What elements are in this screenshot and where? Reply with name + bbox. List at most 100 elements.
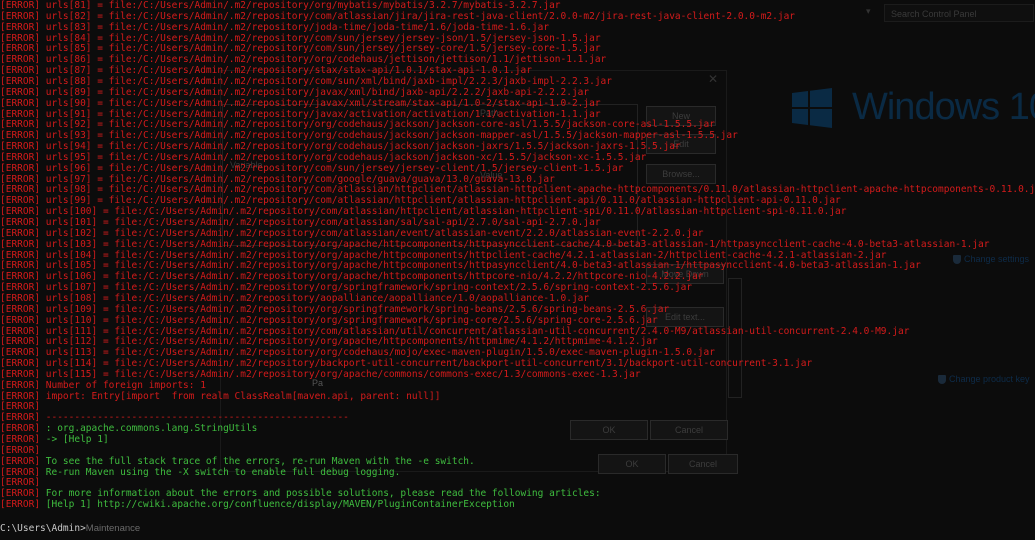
console-line: [ERROR] urls[84] = file:/C:/Users/Admin/…: [0, 33, 601, 44]
console-message: urls[113] = file:/C:/Users/Admin/.m2/rep…: [40, 347, 715, 359]
console-line: [ERROR] --------------------------------…: [0, 412, 349, 423]
error-tag: [ERROR]: [0, 368, 41, 380]
console-line: [ERROR] urls[98] = file:/C:/Users/Admin/…: [0, 184, 1035, 195]
console-message: urls[95] = file:/C:/Users/Admin/.m2/repo…: [40, 151, 647, 163]
console-message: urls[94] = file:/C:/Users/Admin/.m2/repo…: [40, 141, 681, 153]
console-message: urls[92] = file:/C:/Users/Admin/.m2/repo…: [40, 119, 715, 131]
console-message: urls[106] = file:/C:/Users/Admin/.m2/rep…: [40, 271, 704, 283]
error-tag: [ERROR]: [0, 217, 41, 228]
error-tag: [ERROR]: [0, 379, 41, 391]
console-line: [ERROR] urls[102] = file:/C:/Users/Admin…: [0, 228, 704, 239]
console-message: urls[114] = file:/C:/Users/Admin/.m2/rep…: [40, 358, 813, 370]
console-message: urls[115] = file:/C:/Users/Admin/.m2/rep…: [40, 368, 641, 380]
console-message: Number of foreign imports: 1: [40, 379, 206, 391]
command-prompt[interactable]: C:\Users\Admin>Maintenance: [0, 523, 140, 534]
console-line: [ERROR] urls[108] = file:/C:/Users/Admin…: [0, 293, 589, 304]
error-tag: [ERROR]: [0, 271, 41, 283]
console-message: ----------------------------------------…: [40, 412, 349, 424]
console-message: urls[82] = file:/C:/Users/Admin/.m2/repo…: [40, 10, 796, 22]
console-line: [ERROR] urls[89] = file:/C:/Users/Admin/…: [0, 87, 589, 98]
console-line: [ERROR] : org.apache.commons.lang.String…: [0, 423, 257, 434]
error-tag: [ERROR]: [0, 141, 41, 153]
console-line: [ERROR] urls[99] = file:/C:/Users/Admin/…: [0, 195, 841, 206]
console-line: [ERROR] urls[103] = file:/C:/Users/Admin…: [0, 239, 989, 250]
console-message: urls[107] = file:/C:/Users/Admin/.m2/rep…: [40, 282, 693, 294]
error-tag: [ERROR]: [0, 32, 41, 44]
console-line: [ERROR] urls[112] = file:/C:/Users/Admin…: [0, 336, 658, 347]
console-line: [ERROR]: [0, 401, 40, 412]
console-line: [ERROR] urls[91] = file:/C:/Users/Admin/…: [0, 109, 601, 120]
console-line: [ERROR] urls[115] = file:/C:/Users/Admin…: [0, 369, 641, 380]
error-tag: [ERROR]: [0, 347, 41, 359]
error-tag: [ERROR]: [0, 54, 41, 66]
error-tag: [ERROR]: [0, 434, 41, 445]
console-line: [ERROR] urls[104] = file:/C:/Users/Admin…: [0, 250, 887, 261]
console-message: urls[89] = file:/C:/Users/Admin/.m2/repo…: [40, 86, 590, 98]
console-line: [ERROR]: [0, 445, 40, 456]
console-line: [ERROR] urls[107] = file:/C:/Users/Admin…: [0, 282, 692, 293]
console-line: [ERROR] Re-run Maven using the -X switch…: [0, 467, 400, 478]
console-line: [ERROR] urls[97] = file:/C:/Users/Admin/…: [0, 174, 555, 185]
error-tag: [ERROR]: [0, 292, 41, 304]
console-message: urls[105] = file:/C:/Users/Admin/.m2/rep…: [40, 260, 921, 272]
console-line: [ERROR] urls[95] = file:/C:/Users/Admin/…: [0, 152, 646, 163]
error-tag: [ERROR]: [0, 314, 41, 326]
error-tag: [ERROR]: [0, 86, 41, 98]
error-tag: [ERROR]: [0, 390, 41, 402]
console-line: [ERROR] urls[106] = file:/C:/Users/Admin…: [0, 271, 704, 282]
console-line: [ERROR] urls[111] = file:/C:/Users/Admin…: [0, 326, 909, 337]
error-tag: [ERROR]: [0, 466, 41, 478]
console-window[interactable]: [ERROR] urls[81] = file:/C:/Users/Admin/…: [0, 0, 1035, 540]
console-message: urls[96] = file:/C:/Users/Admin/.m2/repo…: [40, 162, 624, 174]
console-line: [ERROR] urls[109] = file:/C:/Users/Admin…: [0, 304, 669, 315]
error-tag: [ERROR]: [0, 0, 41, 11]
error-tag: [ERROR]: [0, 119, 41, 131]
error-tag: [ERROR]: [0, 499, 41, 511]
console-message: urls[90] = file:/C:/Users/Admin/.m2/repo…: [40, 97, 601, 109]
prompt-path: C:\Users\Admin>: [0, 522, 86, 534]
error-tag: [ERROR]: [0, 227, 41, 239]
console-line: [ERROR] urls[81] = file:/C:/Users/Admin/…: [0, 0, 561, 11]
console-line: [ERROR] urls[88] = file:/C:/Users/Admin/…: [0, 76, 612, 87]
console-line: [ERROR] urls[82] = file:/C:/Users/Admin/…: [0, 11, 795, 22]
console-line: [ERROR] urls[85] = file:/C:/Users/Admin/…: [0, 43, 601, 54]
console-line: [ERROR] urls[113] = file:/C:/Users/Admin…: [0, 347, 715, 358]
console-message: urls[102] = file:/C:/Users/Admin/.m2/rep…: [40, 227, 704, 239]
error-tag: [ERROR]: [0, 173, 41, 185]
console-line: [ERROR] Number of foreign imports: 1: [0, 380, 206, 391]
console-message: urls[87] = file:/C:/Users/Admin/.m2/repo…: [40, 65, 532, 77]
console-message: : org.apache.commons.lang.StringUtils: [40, 423, 258, 435]
console-message: urls[103] = file:/C:/Users/Admin/.m2/rep…: [40, 238, 990, 250]
error-tag: [ERROR]: [0, 358, 41, 370]
error-tag: [ERROR]: [0, 238, 41, 250]
console-line: [ERROR] urls[87] = file:/C:/Users/Admin/…: [0, 65, 532, 76]
console-line: [ERROR] urls[100] = file:/C:/Users/Admin…: [0, 206, 847, 217]
console-message: urls[98] = file:/C:/Users/Admin/.m2/repo…: [40, 184, 1035, 196]
error-tag: [ERROR]: [0, 260, 41, 272]
console-message: urls[108] = file:/C:/Users/Admin/.m2/rep…: [40, 292, 590, 304]
error-tag: [ERROR]: [0, 130, 41, 142]
error-tag: [ERROR]: [0, 412, 41, 424]
error-tag: [ERROR]: [0, 303, 41, 315]
console-line: [ERROR] [Help 1] http://cwiki.apache.org…: [0, 499, 515, 510]
console-message: urls[83] = file:/C:/Users/Admin/.m2/repo…: [40, 21, 550, 33]
error-tag: [ERROR]: [0, 325, 41, 337]
error-tag: [ERROR]: [0, 75, 41, 87]
console-line: [ERROR] urls[83] = file:/C:/Users/Admin/…: [0, 22, 549, 33]
error-tag: [ERROR]: [0, 249, 41, 261]
console-message: urls[91] = file:/C:/Users/Admin/.m2/repo…: [40, 108, 601, 120]
console-message: urls[86] = file:/C:/Users/Admin/.m2/repo…: [40, 54, 607, 66]
console-message: urls[88] = file:/C:/Users/Admin/.m2/repo…: [40, 75, 612, 87]
console-line: [ERROR] urls[94] = file:/C:/Users/Admin/…: [0, 141, 681, 152]
error-tag: [ERROR]: [0, 43, 41, 55]
error-tag: [ERROR]: [0, 336, 41, 348]
console-message: urls[109] = file:/C:/Users/Admin/.m2/rep…: [40, 303, 670, 315]
console-line: [ERROR] urls[86] = file:/C:/Users/Admin/…: [0, 54, 606, 65]
console-line: [ERROR]: [0, 477, 40, 488]
console-message: Re-run Maven using the -X switch to enab…: [40, 466, 401, 478]
console-message: urls[84] = file:/C:/Users/Admin/.m2/repo…: [40, 32, 601, 44]
console-line: [ERROR] urls[101] = file:/C:/Users/Admin…: [0, 217, 601, 228]
error-tag: [ERROR]: [0, 423, 41, 435]
error-tag: [ERROR]: [0, 151, 41, 163]
error-tag: [ERROR]: [0, 401, 41, 413]
